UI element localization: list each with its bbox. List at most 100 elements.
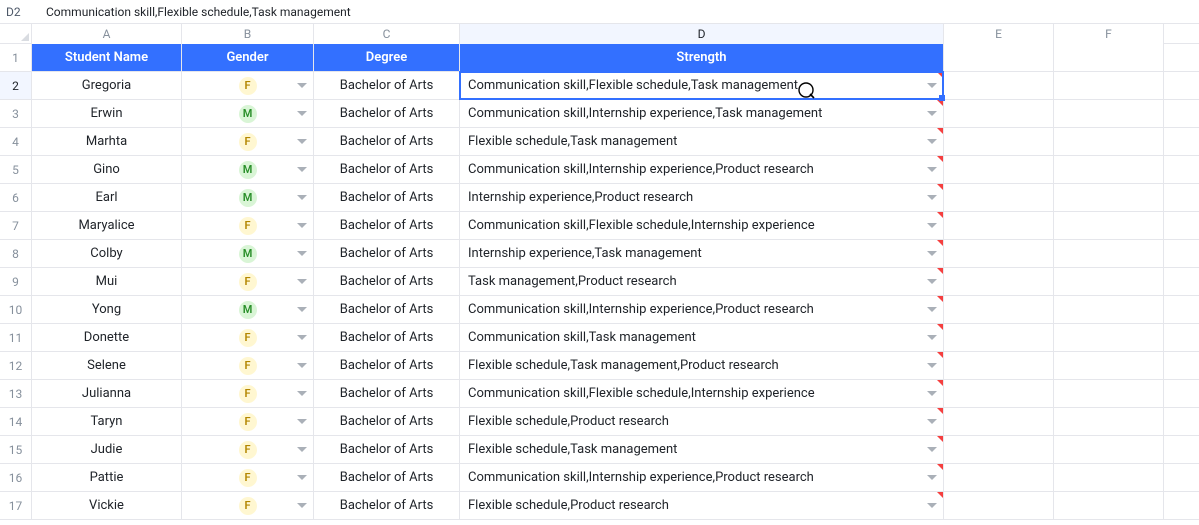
cell-strength[interactable]: Communication skill,Flexible schedule,In… (460, 212, 944, 239)
row-number[interactable]: 4 (0, 128, 32, 155)
dropdown-arrow-icon[interactable] (297, 279, 307, 285)
dropdown-arrow-icon[interactable] (297, 251, 307, 257)
cell-empty[interactable] (1054, 352, 1164, 379)
cell-gender[interactable]: F (182, 128, 314, 155)
cell-empty[interactable] (1054, 128, 1164, 155)
cell-strength[interactable]: Communication skill,Internship experienc… (460, 156, 944, 183)
cell-gender[interactable]: F (182, 408, 314, 435)
dropdown-arrow-icon[interactable] (927, 447, 937, 453)
column-header-f[interactable]: F (1054, 24, 1164, 44)
dropdown-arrow-icon[interactable] (297, 391, 307, 397)
cell-student-name[interactable]: Earl (32, 184, 182, 211)
cell-empty[interactable] (1054, 240, 1164, 267)
dropdown-arrow-icon[interactable] (297, 223, 307, 229)
dropdown-arrow-icon[interactable] (927, 223, 937, 229)
cell-strength[interactable]: Flexible schedule,Product research (460, 492, 944, 519)
cell-degree[interactable]: Bachelor of Arts (314, 240, 460, 267)
cell-degree[interactable]: Bachelor of Arts (314, 184, 460, 211)
cell-empty[interactable] (944, 324, 1054, 351)
cell-empty[interactable] (1054, 408, 1164, 435)
header-student-name[interactable]: Student Name (32, 44, 182, 71)
cell-empty[interactable] (1054, 324, 1164, 351)
row-number[interactable]: 2 (0, 72, 32, 99)
cell-degree[interactable]: Bachelor of Arts (314, 268, 460, 295)
dropdown-arrow-icon[interactable] (297, 363, 307, 369)
dropdown-arrow-icon[interactable] (927, 139, 937, 145)
cell-degree[interactable]: Bachelor of Arts (314, 492, 460, 519)
cell-empty[interactable] (1054, 100, 1164, 127)
row-number[interactable]: 5 (0, 156, 32, 183)
dropdown-arrow-icon[interactable] (927, 363, 937, 369)
cell-empty[interactable] (1054, 296, 1164, 323)
row-number[interactable]: 8 (0, 240, 32, 267)
column-header-e[interactable]: E (944, 24, 1054, 44)
spreadsheet-grid[interactable]: ABCDEF 1 Student Name Gender Degree Stre… (0, 24, 1199, 520)
cell-strength[interactable]: Flexible schedule,Task management (460, 436, 944, 463)
row-number[interactable]: 12 (0, 352, 32, 379)
cell-gender[interactable]: F (182, 72, 314, 99)
dropdown-arrow-icon[interactable] (297, 167, 307, 173)
cell-empty[interactable] (1054, 436, 1164, 463)
cell-strength[interactable]: Communication skill,Task management (460, 324, 944, 351)
cell-gender[interactable]: F (182, 352, 314, 379)
cell-gender[interactable]: F (182, 268, 314, 295)
cell-student-name[interactable]: Colby (32, 240, 182, 267)
cell-student-name[interactable]: Judie (32, 436, 182, 463)
cell-degree[interactable]: Bachelor of Arts (314, 156, 460, 183)
cell-degree[interactable]: Bachelor of Arts (314, 352, 460, 379)
dropdown-arrow-icon[interactable] (927, 307, 937, 313)
header-degree[interactable]: Degree (314, 44, 460, 71)
cell-gender[interactable]: F (182, 436, 314, 463)
row-number[interactable]: 11 (0, 324, 32, 351)
cell-degree[interactable]: Bachelor of Arts (314, 72, 460, 99)
row-number[interactable]: 17 (0, 492, 32, 519)
dropdown-arrow-icon[interactable] (297, 419, 307, 425)
cell-student-name[interactable]: Gino (32, 156, 182, 183)
cell-empty[interactable] (944, 464, 1054, 491)
select-all-corner[interactable] (0, 24, 32, 44)
dropdown-arrow-icon[interactable] (927, 419, 937, 425)
cell-empty[interactable] (944, 184, 1054, 211)
column-header-b[interactable]: B (182, 24, 314, 44)
cell-student-name[interactable]: Julianna (32, 380, 182, 407)
cell-gender[interactable]: F (182, 464, 314, 491)
dropdown-arrow-icon[interactable] (297, 447, 307, 453)
cell-gender[interactable]: F (182, 212, 314, 239)
cell-empty[interactable] (1054, 44, 1164, 71)
cell-student-name[interactable]: Donette (32, 324, 182, 351)
cell-strength[interactable]: Internship experience,Task management (460, 240, 944, 267)
cell-empty[interactable] (944, 408, 1054, 435)
cell-empty[interactable] (944, 100, 1054, 127)
row-number[interactable]: 1 (0, 44, 32, 71)
cell-empty[interactable] (1054, 268, 1164, 295)
dropdown-arrow-icon[interactable] (927, 279, 937, 285)
cell-strength[interactable]: Flexible schedule,Product research (460, 408, 944, 435)
header-gender[interactable]: Gender (182, 44, 314, 71)
cell-empty[interactable] (944, 492, 1054, 519)
cell-degree[interactable]: Bachelor of Arts (314, 464, 460, 491)
cell-empty[interactable] (944, 268, 1054, 295)
dropdown-arrow-icon[interactable] (927, 195, 937, 201)
cell-gender[interactable]: F (182, 324, 314, 351)
cell-student-name[interactable]: Taryn (32, 408, 182, 435)
dropdown-arrow-icon[interactable] (297, 335, 307, 341)
cell-degree[interactable]: Bachelor of Arts (314, 380, 460, 407)
cell-degree[interactable]: Bachelor of Arts (314, 436, 460, 463)
cell-gender[interactable]: F (182, 492, 314, 519)
cell-gender[interactable]: M (182, 184, 314, 211)
dropdown-arrow-icon[interactable] (927, 335, 937, 341)
column-header-d[interactable]: D (460, 24, 944, 44)
cell-degree[interactable]: Bachelor of Arts (314, 100, 460, 127)
cell-student-name[interactable]: Maryalice (32, 212, 182, 239)
cell-strength[interactable]: Internship experience,Product research (460, 184, 944, 211)
cell-empty[interactable] (944, 44, 1054, 71)
cell-student-name[interactable]: Pattie (32, 464, 182, 491)
cell-empty[interactable] (1054, 184, 1164, 211)
header-strength[interactable]: Strength (460, 44, 944, 71)
dropdown-arrow-icon[interactable] (297, 111, 307, 117)
cell-empty[interactable] (944, 296, 1054, 323)
cell-degree[interactable]: Bachelor of Arts (314, 296, 460, 323)
row-number[interactable]: 15 (0, 436, 32, 463)
dropdown-arrow-icon[interactable] (927, 251, 937, 257)
cell-empty[interactable] (944, 240, 1054, 267)
